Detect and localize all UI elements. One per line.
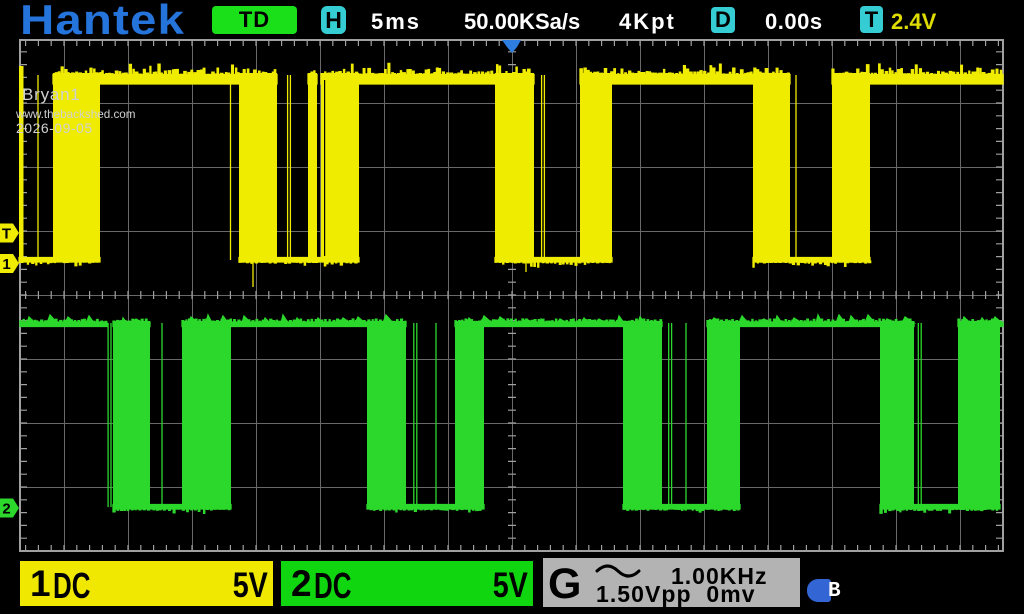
svg-text:T: T <box>2 226 11 243</box>
svg-text:2: 2 <box>2 501 10 518</box>
svg-text:1: 1 <box>2 256 10 273</box>
